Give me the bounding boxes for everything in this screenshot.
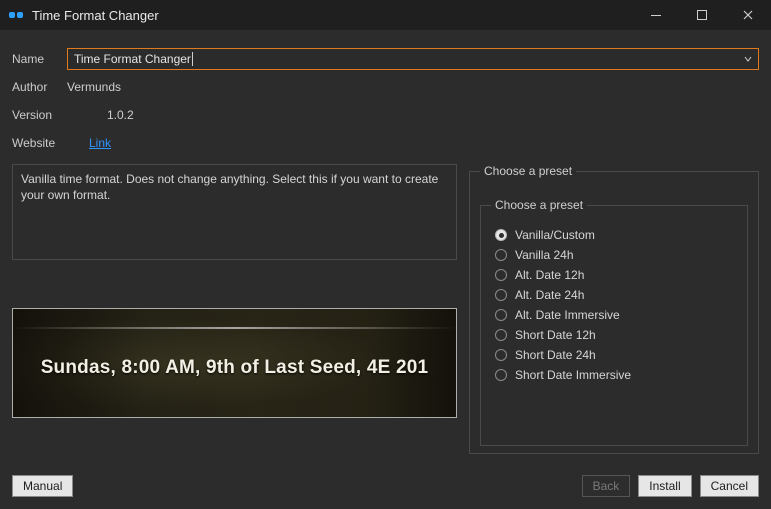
cancel-button[interactable]: Cancel [700,475,759,497]
title-bar: Time Format Changer [0,0,771,30]
radio-icon [495,329,507,341]
preset-option-label: Alt. Date Immersive [515,308,620,322]
preset-option[interactable]: Vanilla/Custom [495,228,737,242]
website-label: Website [12,136,67,150]
window-title: Time Format Changer [32,8,159,23]
minimize-button[interactable] [633,0,679,30]
radio-icon [495,249,507,261]
preview-image: Sundas, 8:00 AM, 9th of Last Seed, 4E 20… [12,308,457,418]
author-label: Author [12,80,67,94]
preview-text: Sundas, 8:00 AM, 9th of Last Seed, 4E 20… [13,357,456,379]
preset-outer-legend: Choose a preset [480,164,576,178]
preset-group-inner: Choose a preset Vanilla/Custom Vanilla 24… [480,198,748,446]
preset-option-label: Alt. Date 24h [515,288,584,302]
preset-option[interactable]: Vanilla 24h [495,248,737,262]
app-icon [8,7,24,23]
name-combobox[interactable]: Time Format Changer [67,48,759,70]
preset-option[interactable]: Alt. Date 24h [495,288,737,302]
manual-button[interactable]: Manual [12,475,73,497]
preset-option[interactable]: Short Date Immersive [495,368,737,382]
description-box: Vanilla time format. Does not change any… [12,164,457,260]
version-value: 1.0.2 [107,108,134,122]
name-label: Name [12,52,67,66]
close-button[interactable] [725,0,771,30]
preset-inner-legend: Choose a preset [491,198,587,212]
preset-option-label: Vanilla 24h [515,248,574,262]
preset-option[interactable]: Alt. Date Immersive [495,308,737,322]
radio-icon [495,289,507,301]
preset-option-label: Vanilla/Custom [515,228,595,242]
maximize-button[interactable] [679,0,725,30]
install-button[interactable]: Install [638,475,691,497]
preset-option-label: Short Date Immersive [515,368,631,382]
website-link[interactable]: Link [89,136,111,150]
preset-option[interactable]: Short Date 24h [495,348,737,362]
chevron-down-icon [744,52,752,66]
radio-icon [495,269,507,281]
author-value: Vermunds [67,80,121,94]
radio-icon [495,349,507,361]
preset-group-outer: Choose a preset Choose a preset Vanilla/… [469,164,759,454]
back-button: Back [582,475,631,497]
preset-option-label: Short Date 12h [515,328,596,342]
radio-icon [495,229,507,241]
preset-option-label: Alt. Date 12h [515,268,584,282]
name-value: Time Format Changer [74,52,193,66]
version-label: Version [12,108,67,122]
preset-option[interactable]: Alt. Date 12h [495,268,737,282]
radio-icon [495,369,507,381]
preset-option[interactable]: Short Date 12h [495,328,737,342]
preset-option-label: Short Date 24h [515,348,596,362]
radio-icon [495,309,507,321]
